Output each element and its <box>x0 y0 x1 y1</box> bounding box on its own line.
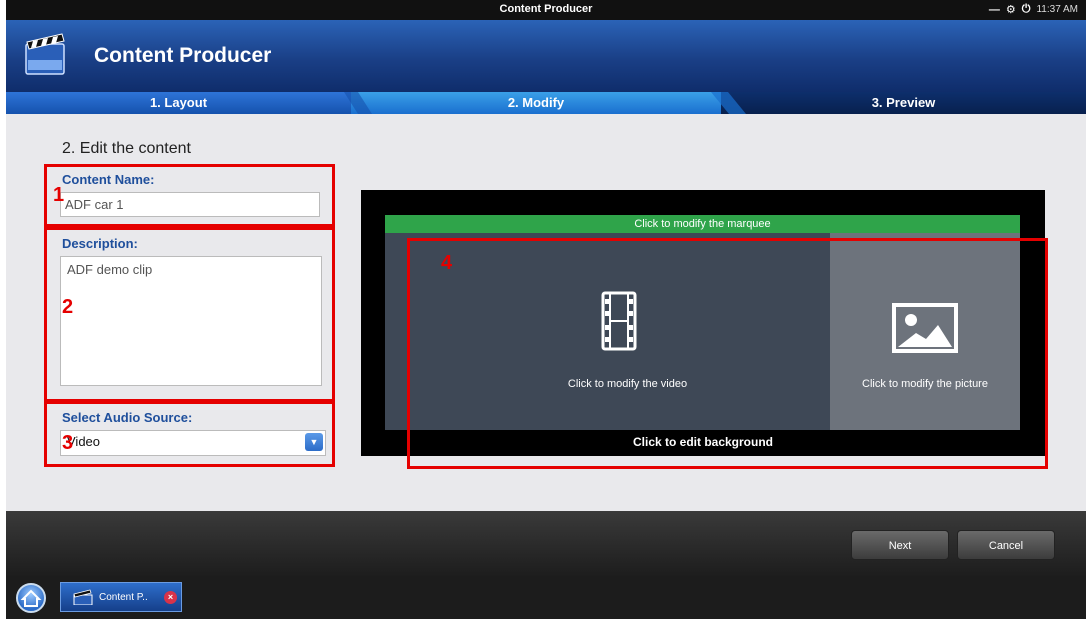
step-navigation: 1. Layout 2. Modify 3. Preview <box>6 92 1086 114</box>
step-arrows <box>344 92 746 114</box>
status-area: — ⚙ ⏻ 11:37 AM <box>989 3 1078 16</box>
title-bar: Content Producer — ⚙ ⏻ 11:37 AM <box>6 0 1086 20</box>
app-header: Content Producer <box>6 20 1086 92</box>
cancel-button[interactable]: Cancel <box>957 530 1055 560</box>
task-content-producer[interactable]: Content P.. × <box>60 582 182 612</box>
annotation-box-2 <box>44 227 335 402</box>
app-window: Content Producer — ⚙ ⏻ 11:37 AM Content … <box>6 0 1086 619</box>
annotation-number-2: 2 <box>62 296 74 318</box>
app-title: Content Producer <box>94 44 272 67</box>
annotation-box-4 <box>407 238 1048 469</box>
next-button[interactable]: Next <box>851 530 949 560</box>
window-title: Content Producer <box>499 3 593 15</box>
power-icon[interactable]: ⏻ <box>1022 3 1031 16</box>
minimize-icon[interactable]: — <box>989 4 1000 16</box>
annotation-number-4: 4 <box>441 252 453 274</box>
marquee-zone[interactable]: Click to modify the marquee <box>385 215 1020 233</box>
close-icon[interactable]: × <box>164 591 177 604</box>
action-bar: Next Cancel <box>6 511 1086 576</box>
taskbar: Content P.. × <box>6 576 1086 619</box>
annotation-box-3 <box>44 401 335 467</box>
clock: 11:37 AM <box>1036 4 1078 15</box>
settings-icon[interactable]: ⚙ <box>1006 3 1016 16</box>
task-label: Content P.. <box>99 592 148 603</box>
clapperboard-icon <box>25 33 65 75</box>
annotation-number-1: 1 <box>53 184 65 206</box>
annotation-box-1 <box>44 164 335 227</box>
home-icon[interactable] <box>16 583 46 613</box>
clapperboard-icon <box>73 589 93 605</box>
section-title: 2. Edit the content <box>62 140 191 157</box>
annotation-number-3: 3 <box>62 432 74 454</box>
